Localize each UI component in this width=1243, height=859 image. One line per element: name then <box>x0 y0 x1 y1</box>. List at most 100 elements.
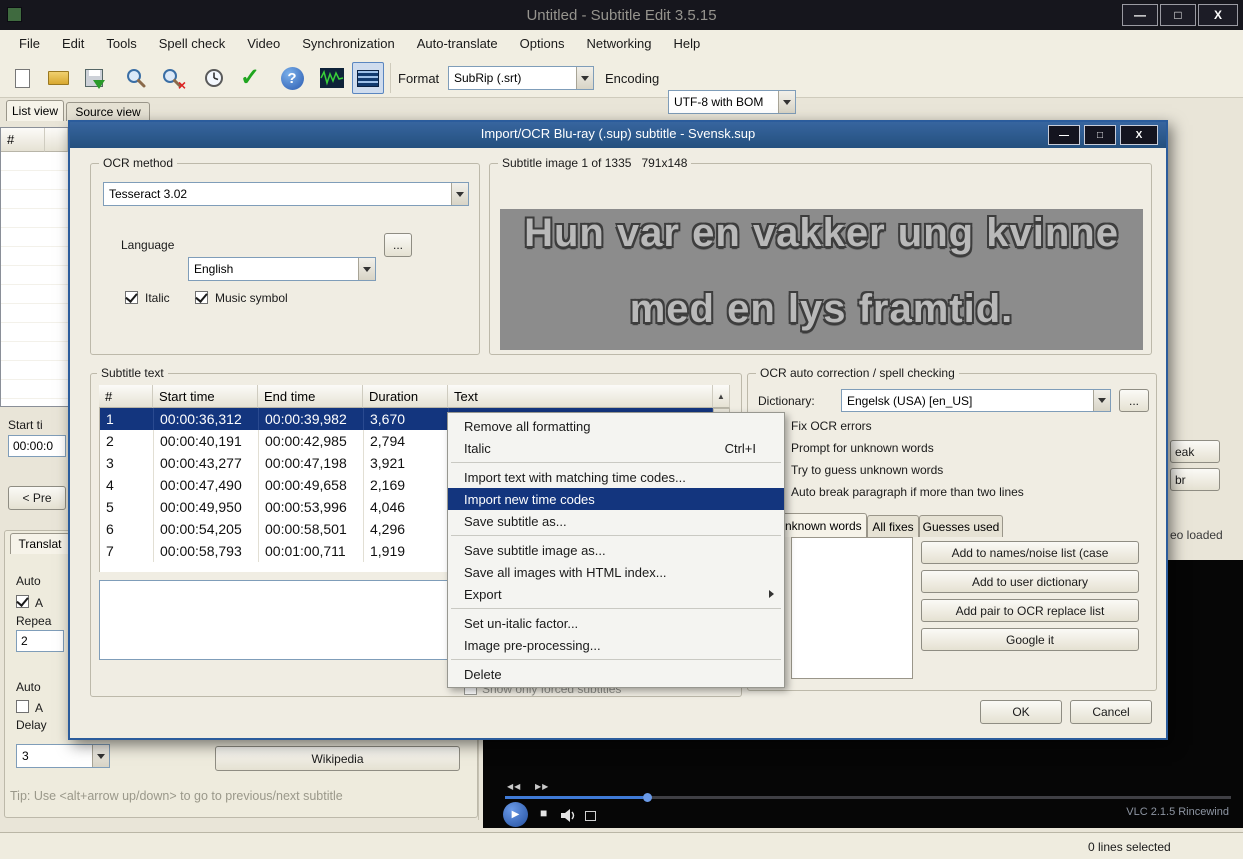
spell-check-button[interactable]: ✓ <box>234 62 266 94</box>
replace-button[interactable]: × <box>156 62 188 94</box>
menu-item-set-unitalic-factor[interactable]: Set un-italic factor... <box>448 612 784 634</box>
wikipedia-button[interactable]: Wikipedia <box>215 746 460 771</box>
new-file-button[interactable] <box>6 62 38 94</box>
close-icon: X <box>1135 129 1143 141</box>
col-text[interactable]: Text <box>448 385 713 408</box>
menu-item-export[interactable]: Export <box>448 583 784 605</box>
repeat-count-input[interactable]: 2 <box>16 630 64 652</box>
encoding-dropdown[interactable]: UTF-8 with BOM <box>668 90 796 114</box>
italic-checkbox[interactable] <box>125 291 138 304</box>
seek-knob[interactable] <box>642 793 652 802</box>
column-header[interactable] <box>45 128 68 152</box>
close-icon: X <box>1213 8 1222 22</box>
auto-continue-check-label: A <box>35 701 44 715</box>
video-toggle-button[interactable] <box>352 62 384 94</box>
tab-list-view[interactable]: List view <box>6 100 64 121</box>
menu-item-delete[interactable]: Delete <box>448 663 784 685</box>
language-browse-button[interactable]: ... <box>384 233 412 257</box>
seek-bar[interactable] <box>505 793 1231 802</box>
col-number[interactable]: # <box>99 385 153 408</box>
auto-break-button[interactable]: eak <box>1170 440 1220 463</box>
menu-file[interactable]: File <box>8 30 51 58</box>
save-button[interactable] <box>78 62 110 94</box>
menu-item-save-all-images-html[interactable]: Save all images with HTML index... <box>448 561 784 583</box>
dialog-close-button[interactable]: X <box>1120 125 1158 145</box>
col-start-time[interactable]: Start time <box>153 385 258 408</box>
forward-icon[interactable]: ▶▶ <box>535 782 549 791</box>
subtitle-text-editor[interactable] <box>99 580 450 660</box>
ocr-method-dropdown[interactable]: Tesseract 3.02 <box>103 182 469 206</box>
delay-dropdown[interactable]: 3 <box>16 744 110 768</box>
menu-edit[interactable]: Edit <box>51 30 95 58</box>
open-file-button[interactable] <box>42 62 74 94</box>
tab-unknown-words[interactable]: Unknown words <box>771 513 867 537</box>
scroll-up-icon[interactable]: ▲ <box>713 385 730 408</box>
volume-icon[interactable] <box>561 809 578 822</box>
ok-button[interactable]: OK <box>980 700 1062 724</box>
music-symbol-checkbox[interactable] <box>195 291 208 304</box>
new-file-icon <box>14 68 30 88</box>
menu-video[interactable]: Video <box>236 30 291 58</box>
menu-help[interactable]: Help <box>663 30 712 58</box>
menu-separator <box>451 608 781 609</box>
tab-source-view[interactable]: Source view <box>66 102 150 121</box>
menu-item-remove-formatting[interactable]: Remove all formatting <box>448 415 784 437</box>
google-it-button[interactable]: Google it <box>921 628 1139 651</box>
visual-sync-button[interactable] <box>198 62 230 94</box>
start-time-input[interactable]: 00:00:0 <box>8 435 66 457</box>
find-button[interactable] <box>120 62 152 94</box>
cancel-button[interactable]: Cancel <box>1070 700 1152 724</box>
add-to-names-button[interactable]: Add to names/noise list (case <box>921 541 1139 564</box>
menu-options[interactable]: Options <box>509 30 576 58</box>
dialog-titlebar: Import/OCR Blu-ray (.sup) subtitle - Sve… <box>70 122 1166 148</box>
maximize-button[interactable]: □ <box>1160 4 1196 26</box>
help-button[interactable]: ? <box>276 62 308 94</box>
language-dropdown[interactable]: English <box>188 257 376 281</box>
unknown-words-listbox[interactable] <box>791 537 913 679</box>
add-to-user-dictionary-button[interactable]: Add to user dictionary <box>921 570 1139 593</box>
col-duration[interactable]: Duration <box>363 385 448 408</box>
dictionary-label: Dictionary: <box>758 394 815 408</box>
rewind-icon[interactable]: ◀◀ <box>507 782 521 791</box>
menu-item-import-new-timecodes[interactable]: Import new time codes <box>448 488 784 510</box>
unbreak-button[interactable]: br <box>1170 468 1220 491</box>
menu-auto-translate[interactable]: Auto-translate <box>406 30 509 58</box>
dictionary-dropdown[interactable]: Engelsk (USA) [en_US] <box>841 389 1111 412</box>
subtitle-image-line1: Hun var en vakker ung kvinne <box>524 211 1119 255</box>
tab-all-fixes[interactable]: All fixes <box>867 515 919 537</box>
menu-networking[interactable]: Networking <box>575 30 662 58</box>
column-header-number[interactable]: # <box>1 128 45 152</box>
menu-item-italic[interactable]: Italic Ctrl+I <box>448 437 784 459</box>
status-bar: 0 lines selected <box>0 832 1243 859</box>
waveform-toggle-button[interactable] <box>316 62 348 94</box>
menu-item-image-preprocessing[interactable]: Image pre-processing... <box>448 634 784 656</box>
menu-item-save-subtitle-as[interactable]: Save subtitle as... <box>448 510 784 532</box>
lines-selected-status: 0 lines selected <box>1088 840 1171 854</box>
dialog-maximize-button[interactable]: □ <box>1084 125 1116 145</box>
dictionary-browse-button[interactable]: ... <box>1119 389 1149 412</box>
minimize-icon: — <box>1059 129 1069 141</box>
menu-synchronization[interactable]: Synchronization <box>291 30 406 58</box>
close-button[interactable]: X <box>1198 4 1238 26</box>
main-titlebar: Untitled - Subtitle Edit 3.5.15 — □ X <box>0 0 1243 30</box>
stop-button[interactable]: ■ <box>540 806 547 820</box>
add-pair-ocr-replace-button[interactable]: Add pair to OCR replace list <box>921 599 1139 622</box>
menu-item-import-matching-timecodes[interactable]: Import text with matching time codes... <box>448 466 784 488</box>
tab-guesses-used[interactable]: Guesses used <box>919 515 1003 537</box>
fullscreen-button[interactable] <box>585 811 596 821</box>
tab-translate[interactable]: Translat <box>10 533 70 554</box>
replace-x-icon: × <box>177 77 186 93</box>
auto-repeat-checkbox[interactable] <box>16 595 29 608</box>
menu-tools[interactable]: Tools <box>95 30 147 58</box>
dialog-minimize-button[interactable]: — <box>1048 125 1080 145</box>
menu-spell-check[interactable]: Spell check <box>148 30 236 58</box>
subtitle-list-view[interactable]: # <box>0 127 68 407</box>
previous-subtitle-button[interactable]: < Pre <box>8 486 66 510</box>
format-dropdown[interactable]: SubRip (.srt) <box>448 66 594 90</box>
menu-item-save-subtitle-image-as[interactable]: Save subtitle image as... <box>448 539 784 561</box>
auto-continue-checkbox[interactable] <box>16 700 29 713</box>
col-end-time[interactable]: End time <box>258 385 363 408</box>
play-button[interactable]: ▶ <box>503 802 528 827</box>
toolbar: × ✓ ? Format SubRip (.srt) Encoding UTF-… <box>0 58 1243 114</box>
minimize-button[interactable]: — <box>1122 4 1158 26</box>
